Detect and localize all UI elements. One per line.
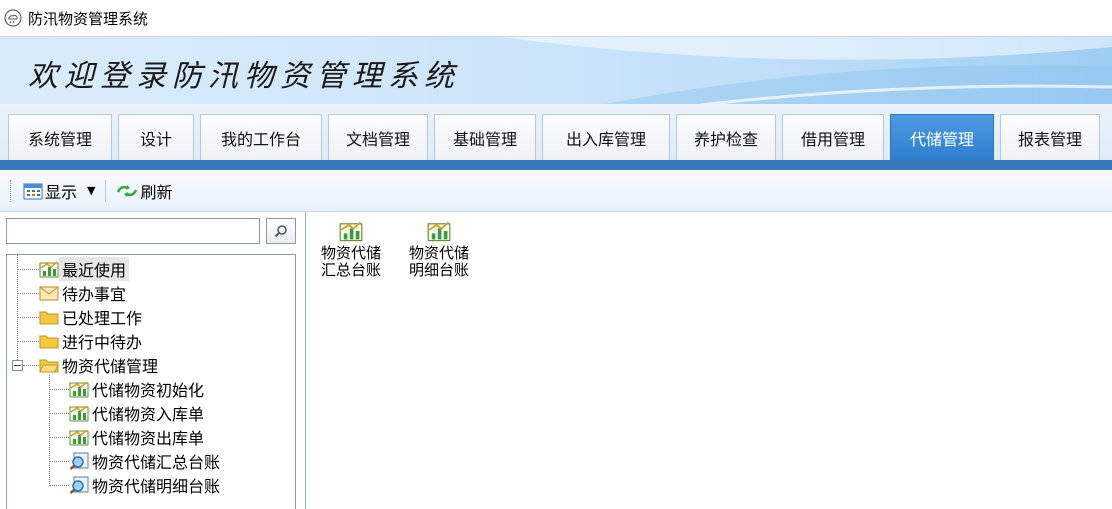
- tree-connector: [49, 413, 69, 414]
- chart-sheet-icon: [69, 405, 89, 422]
- tab-borrow-management[interactable]: 借用管理: [782, 114, 884, 160]
- display-label: 显示: [45, 182, 78, 202]
- module-tab-strip: 系统管理 设计 我的工作台 文档管理 基础管理 出入库管理 养护检查 借用管理 …: [0, 104, 1112, 170]
- tree-item-storage-management[interactable]: 物资代储管理: [39, 353, 161, 377]
- content-item-label: 物资代储汇总台账: [320, 244, 381, 279]
- chart-sheet-icon: [427, 221, 451, 242]
- tree-connector: [23, 365, 39, 366]
- tree-item-processed[interactable]: 已处理工作: [39, 305, 145, 329]
- tab-document-management[interactable]: 文档管理: [328, 114, 428, 160]
- toolbar-grip[interactable]: [10, 179, 13, 202]
- content-area: 物资代储汇总台账 物资代储明细台账: [307, 212, 1112, 509]
- tab-basic-management[interactable]: 基础管理: [434, 114, 536, 160]
- report-search-icon: [69, 452, 89, 470]
- search-icon: [274, 225, 287, 238]
- tab-storage-management[interactable]: 代储管理: [890, 114, 994, 160]
- tree-item-storage-inbound[interactable]: 代储物资入库单: [69, 401, 207, 425]
- tree-connector: [17, 269, 39, 270]
- tree-connector: [17, 255, 18, 368]
- content-item-detail-ledger[interactable]: 物资代储明细台账: [403, 220, 475, 279]
- calendar-view-icon: [23, 183, 43, 199]
- chevron-down-icon[interactable]: ▼: [87, 184, 95, 197]
- tree-connector: [17, 341, 39, 342]
- window-title: 防汛物资管理系统: [28, 9, 149, 28]
- tree-item-storage-outbound[interactable]: 代储物资出库单: [69, 425, 207, 449]
- chart-sheet-icon: [39, 261, 59, 278]
- navigation-panel: − 最近使用 待办事宜 已处理工作 进行中待办 物资代储管理 代储物资初始化 代…: [0, 212, 306, 509]
- search-button[interactable]: [266, 218, 296, 244]
- tree-item-detail-ledger[interactable]: 物资代储明细台账: [69, 473, 223, 497]
- navigation-tree: − 最近使用 待办事宜 已处理工作 进行中待办 物资代储管理 代储物资初始化 代…: [6, 254, 296, 509]
- chart-sheet-icon: [69, 381, 89, 398]
- toolbar: 显示 ▼ 刷新: [0, 170, 1112, 212]
- tree-item-todo[interactable]: 待办事宜: [39, 281, 129, 305]
- tree-item-in-progress[interactable]: 进行中待办: [39, 329, 145, 353]
- tree-item-storage-init[interactable]: 代储物资初始化: [69, 377, 207, 401]
- tree-item-summary-ledger[interactable]: 物资代储汇总台账: [69, 449, 223, 473]
- folder-icon: [39, 335, 59, 349]
- report-search-icon: [69, 476, 89, 494]
- content-item-summary-ledger[interactable]: 物资代储汇总台账: [315, 220, 387, 279]
- tree-connector: [17, 317, 39, 318]
- folder-icon: [39, 311, 59, 325]
- tree-connector: [49, 461, 69, 462]
- tree-connector: [17, 293, 39, 294]
- tab-maintenance-check[interactable]: 养护检查: [676, 114, 776, 160]
- banner-title: 欢迎登录防汛物资管理系统: [28, 59, 460, 94]
- folder-open-icon: [39, 359, 59, 373]
- tab-my-workbench[interactable]: 我的工作台: [200, 114, 322, 160]
- tree-collapse-toggle[interactable]: −: [12, 360, 23, 371]
- tab-inout-management[interactable]: 出入库管理: [542, 114, 670, 160]
- mail-icon: [39, 286, 59, 301]
- search-input[interactable]: [6, 218, 260, 244]
- tab-system-management[interactable]: 系统管理: [8, 114, 112, 160]
- toolbar-separator: [105, 179, 107, 202]
- refresh-label: 刷新: [140, 182, 173, 202]
- tree-connector: [49, 437, 69, 438]
- display-button[interactable]: 显示 ▼: [19, 177, 99, 205]
- chart-sheet-icon: [339, 221, 363, 242]
- tab-design[interactable]: 设计: [118, 114, 194, 160]
- refresh-icon: [117, 184, 138, 197]
- content-item-label: 物资代储明细台账: [408, 244, 469, 279]
- refresh-button[interactable]: 刷新: [112, 177, 176, 205]
- cloud-rain-app-icon: [4, 9, 22, 27]
- window-title-bar: 防汛物资管理系统: [0, 0, 1112, 36]
- tab-report-management[interactable]: 报表管理: [1000, 114, 1100, 160]
- tree-connector: [49, 375, 50, 486]
- tree-connector: [49, 389, 69, 390]
- tree-item-recent[interactable]: 最近使用: [39, 257, 130, 281]
- tree-connector: [49, 485, 69, 486]
- tab-underline-bar: [0, 160, 1112, 170]
- chart-sheet-icon: [69, 429, 89, 446]
- welcome-banner: 欢迎登录防汛物资管理系统: [0, 36, 1112, 104]
